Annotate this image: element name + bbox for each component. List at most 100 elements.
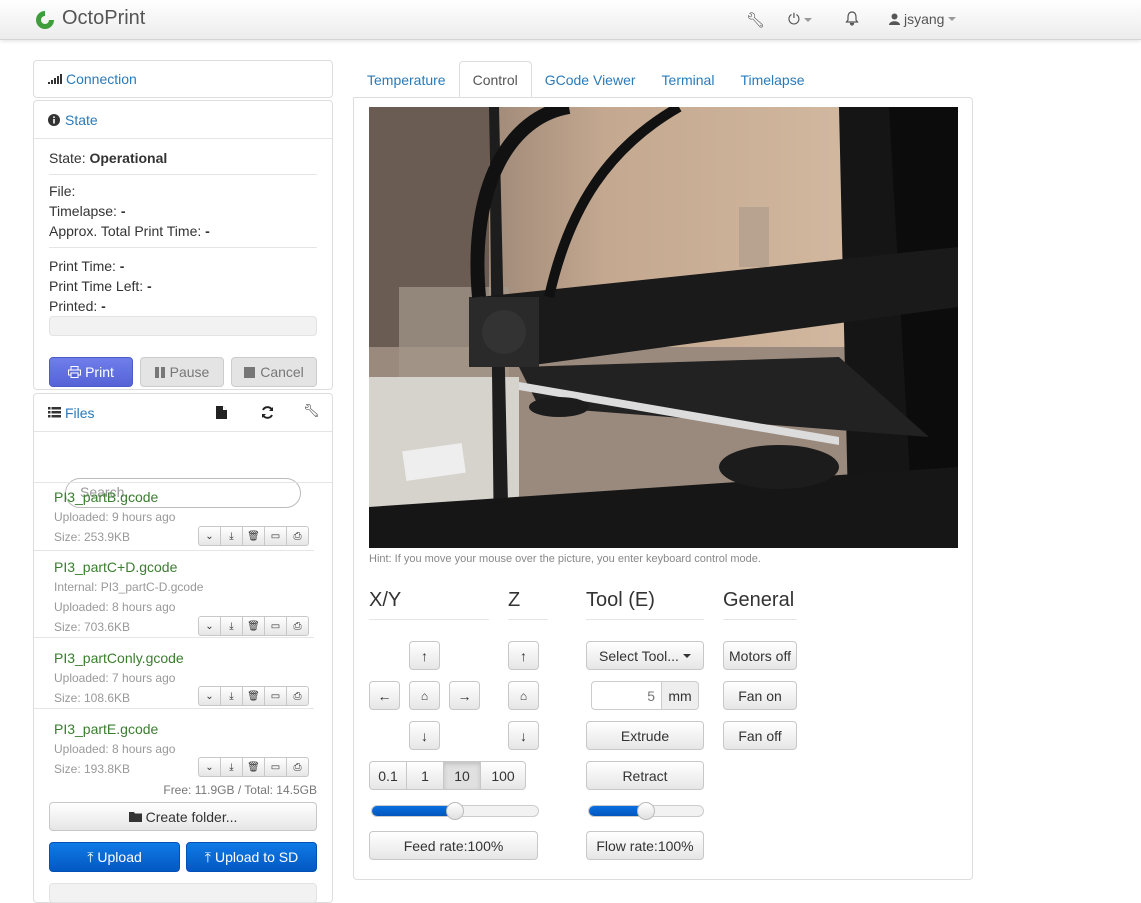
wrench-icon: 🔧︎ [746, 12, 766, 29]
file-name[interactable]: PI3_partB.gcode [54, 487, 314, 507]
printer-icon[interactable]: ⎙ [286, 616, 309, 636]
printer-icon[interactable]: ⎙ [286, 757, 309, 777]
trash-icon[interactable]: 🗑︎ [242, 616, 265, 636]
files-link[interactable]: Files [65, 405, 95, 421]
select-tool-dropdown[interactable]: Select Tool... [586, 641, 704, 670]
download-icon[interactable]: ⤓ [220, 686, 243, 706]
connection-heading[interactable]: Connection [34, 61, 332, 97]
folder-open-icon[interactable]: ▭ [264, 686, 287, 706]
tab-gcode-viewer[interactable]: GCode Viewer [532, 61, 649, 98]
step-0-1-button[interactable]: 0.1 [369, 761, 407, 790]
power-icon: ⏻ [788, 11, 800, 28]
download-icon[interactable]: ⤓ [220, 526, 243, 546]
file-item[interactable]: PI3_partC+D.gcode Internal: PI3_partC-D.… [34, 552, 314, 638]
extrude-amount-input[interactable]: 5 [591, 681, 662, 710]
cancel-button[interactable]: Cancel [231, 357, 317, 387]
user-menu-button[interactable]: jsyang [889, 11, 957, 27]
files-heading[interactable]: Files 🔧︎ [34, 394, 332, 432]
upload-progress-bar [49, 883, 317, 903]
brand-title: OctoPrint [62, 7, 146, 29]
fan-off-button[interactable]: Fan off [723, 721, 797, 750]
jog-x-plus-button[interactable]: → [449, 681, 480, 710]
chevron-down-icon[interactable]: ⌄ [198, 686, 221, 706]
jog-y-plus-button[interactable]: ↑ [409, 641, 440, 670]
folder-open-icon[interactable]: ▭ [264, 757, 287, 777]
folder-open-icon[interactable]: ▭ [264, 526, 287, 546]
file-actions: ⌄ ⤓ 🗑︎ ▭ ⎙ [198, 526, 309, 546]
info-icon [48, 113, 60, 126]
flow-rate-button[interactable]: Flow rate:100% [586, 831, 704, 860]
trash-icon[interactable]: 🗑︎ [242, 526, 265, 546]
feed-rate-button[interactable]: Feed rate:100% [369, 831, 538, 860]
general-section-title: General [723, 589, 795, 611]
extrude-amount-group: 5 mm [591, 681, 699, 710]
printer-icon[interactable]: ⎙ [286, 686, 309, 706]
wrench-icon[interactable]: 🔧︎ [303, 403, 320, 419]
step-1-button[interactable]: 1 [406, 761, 444, 790]
flow-rate-slider-handle[interactable] [637, 802, 655, 820]
stop-icon [244, 366, 256, 378]
jog-x-minus-button[interactable]: ← [369, 681, 400, 710]
retract-button[interactable]: Retract [586, 761, 704, 790]
print-time-value: - [119, 258, 125, 274]
feed-rate-slider-handle[interactable] [446, 802, 464, 820]
system-menu-button[interactable]: ⏻ [788, 11, 812, 28]
tab-terminal[interactable]: Terminal [649, 61, 728, 98]
connection-link[interactable]: Connection [66, 71, 137, 87]
extrude-button[interactable]: Extrude [586, 721, 704, 750]
chevron-down-icon[interactable]: ⌄ [198, 616, 221, 636]
print-button[interactable]: Print [49, 357, 133, 387]
file-item[interactable]: PI3_partConly.gcode Uploaded: 7 hours ag… [34, 639, 314, 709]
upload-sd-button[interactable]: ⤒ Upload to SD [186, 842, 317, 872]
brand[interactable]: OctoPrint [34, 7, 145, 30]
flow-rate-slider[interactable] [588, 802, 704, 820]
folder-open-icon[interactable]: ▭ [264, 616, 287, 636]
step-10-button[interactable]: 10 [443, 761, 481, 790]
jog-z-minus-button[interactable]: ↓ [508, 721, 539, 750]
refresh-icon[interactable] [261, 406, 274, 419]
pause-button[interactable]: Pause [140, 357, 224, 387]
printer-icon[interactable]: ⎙ [286, 526, 309, 546]
state-panel: State State: Operational File: Timelapse… [33, 100, 333, 390]
jog-z-plus-button[interactable]: ↑ [508, 641, 539, 670]
state-heading[interactable]: State [34, 101, 332, 139]
upload-icon: ⤒ [204, 848, 211, 865]
tab-label: Terminal [661, 71, 715, 88]
file-item[interactable]: PI3_partE.gcode Uploaded: 8 hours ago Si… [34, 710, 314, 780]
signal-icon [48, 74, 62, 84]
print-progress-bar [49, 316, 317, 336]
file-item[interactable]: PI3_partB.gcode Uploaded: 9 hours ago Si… [34, 485, 314, 551]
trash-icon[interactable]: 🗑︎ [242, 686, 265, 706]
fan-on-button[interactable]: Fan on [723, 681, 797, 710]
new-file-icon[interactable] [216, 406, 227, 419]
trash-icon[interactable]: 🗑︎ [242, 757, 265, 777]
home-xy-button[interactable]: ⌂ [409, 681, 440, 710]
file-actions: ⌄ ⤓ 🗑︎ ▭ ⎙ [198, 616, 309, 636]
create-folder-button[interactable]: Create folder... [49, 802, 317, 831]
download-icon[interactable]: ⤓ [220, 757, 243, 777]
step-100-button[interactable]: 100 [480, 761, 526, 790]
file-name[interactable]: PI3_partE.gcode [54, 719, 314, 739]
notifications-button[interactable] [845, 11, 859, 26]
approx-time-row: Approx. Total Print Time: - [49, 221, 317, 241]
file-actions: ⌄ ⤓ 🗑︎ ▭ ⎙ [198, 686, 309, 706]
file-name[interactable]: PI3_partConly.gcode [54, 648, 314, 668]
chevron-down-icon[interactable]: ⌄ [198, 526, 221, 546]
jog-y-minus-button[interactable]: ↓ [409, 721, 440, 750]
motors-off-button[interactable]: Motors off [723, 641, 797, 670]
upload-button[interactable]: ⤒ Upload [49, 842, 180, 872]
file-uploaded: Uploaded: 8 hours ago [54, 742, 176, 756]
xy-section-title: X/Y [369, 589, 402, 611]
state-link[interactable]: State [65, 112, 98, 128]
settings-button[interactable]: 🔧︎ [746, 11, 765, 29]
tab-control[interactable]: Control [458, 61, 532, 98]
download-icon[interactable]: ⤓ [220, 616, 243, 636]
file-name[interactable]: PI3_partC+D.gcode [54, 557, 314, 577]
webcam-stream[interactable] [369, 107, 958, 548]
chevron-down-icon[interactable]: ⌄ [198, 757, 221, 777]
tab-temperature[interactable]: Temperature [354, 61, 459, 98]
home-z-button[interactable]: ⌂ [508, 681, 539, 710]
select-tool-label: Select Tool... [599, 647, 679, 664]
feed-rate-slider[interactable] [371, 802, 539, 820]
tab-timelapse[interactable]: Timelapse [727, 61, 817, 98]
